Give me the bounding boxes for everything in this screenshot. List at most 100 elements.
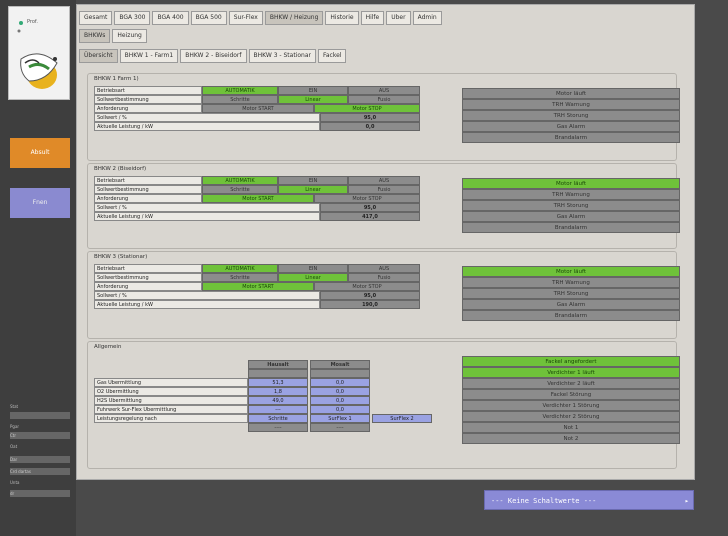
sollwert-value: 95,0 — [320, 291, 420, 300]
sidebar-field-label: Oat — [10, 444, 18, 449]
sidebar-field — [10, 412, 70, 419]
sollwert-linear-button[interactable]: Linear — [278, 185, 348, 194]
sidebar-field: Crd dartas — [10, 468, 70, 475]
mode-aus-button[interactable]: AUS — [348, 176, 420, 185]
status-trh-warnung: TRH Warnung — [462, 189, 680, 200]
top-tab-bar: Gesamt BGA 300 BGA 400 BGA 500 Sur-Flex … — [79, 11, 442, 25]
status-trh-storung: TRH Storung — [462, 110, 680, 121]
empty-cell — [248, 369, 308, 378]
orange-sidebar-button[interactable]: Absult — [10, 138, 70, 168]
sollwert-fusio-button[interactable]: Fusio — [348, 273, 420, 282]
row-label: O2 Ubermittlung — [94, 387, 248, 396]
col-header-hausalt: Hausalt — [248, 360, 308, 369]
row-label: Sollwert / % — [94, 291, 320, 300]
sidebar-field-label: Stat — [10, 404, 19, 409]
sollwert-schritte-button[interactable]: Schritte — [202, 95, 278, 104]
row-label: Aktuelle Leistung / kW — [94, 122, 320, 131]
status-message-bar[interactable]: --- Keine Schaltwerte --- ▸ — [484, 490, 694, 510]
mosalt-value: 0,0 — [310, 387, 370, 396]
mosalt-value: 0,0 — [310, 405, 370, 414]
row-label: Aktuelle Leistung / kW — [94, 300, 320, 309]
leistung-surflex1-button[interactable]: SurFlex 1 — [310, 414, 370, 423]
tab-historie[interactable]: Historie — [325, 11, 359, 25]
motor-stop-button[interactable]: Motor STOP — [314, 282, 420, 291]
allgemein-group: Allgemein Hausalt Mosalt Gas Ubermittlun… — [87, 341, 680, 469]
tab-bga500[interactable]: BGA 500 — [190, 11, 227, 25]
sollwert-schritte-button[interactable]: Schritte — [202, 185, 278, 194]
mode-ein-button[interactable]: EIN — [278, 86, 348, 95]
tab-uber[interactable]: Uber — [386, 11, 411, 25]
row-label: Sollwert / % — [94, 113, 320, 122]
row-label: Sollwert / % — [94, 203, 320, 212]
status-brandalarm: Brandalarm — [462, 132, 680, 143]
sollwert-linear-button[interactable]: Linear — [278, 273, 348, 282]
status-brandalarm: Brandalarm — [462, 222, 680, 233]
sollwert-fusio-button[interactable]: Fusio — [348, 185, 420, 194]
mode-ein-button[interactable]: EIN — [278, 264, 348, 273]
leistung-schritte-button[interactable]: Schritte — [248, 414, 308, 423]
tab-ubersicht[interactable]: Übersicht — [79, 49, 118, 63]
tab-bhkw1[interactable]: BHKW 1 - Farm1 — [119, 49, 179, 63]
motor-start-button[interactable]: Motor START — [202, 104, 314, 113]
row-label: Anforderung — [94, 104, 202, 113]
group-title: BHKW 2 (Biseidorf) — [94, 166, 147, 172]
status-gas-alarm: Gas Alarm — [462, 211, 680, 222]
status-verdichter1-storung: Verdichter 1 Störung — [462, 400, 680, 411]
tab-admin[interactable]: Admin — [412, 11, 442, 25]
row-label: Gas Ubermittlung — [94, 378, 248, 387]
group-title: BHKW 3 (Stationar) — [94, 254, 148, 260]
status-not2: Not 2 — [462, 433, 680, 444]
main-panel: Gesamt BGA 300 BGA 400 BGA 500 Sur-Flex … — [76, 4, 695, 480]
row-label: H2S Ubermittlung — [94, 396, 248, 405]
bhkw1-group: BHKW 1 Farm 1) Betriebsart Sollwertbesti… — [87, 73, 680, 161]
sollwert-linear-button[interactable]: Linear — [278, 95, 348, 104]
status-trh-warnung: TRH Warnung — [462, 277, 680, 288]
mode-aus-button[interactable]: AUS — [348, 86, 420, 95]
tab-bhkw2[interactable]: BHKW 2 - Biseidorf — [180, 49, 247, 63]
tab-surflex[interactable]: Sur-Flex — [228, 11, 263, 25]
arrow-right-icon[interactable]: ▸ — [685, 491, 689, 511]
sollwert-schritte-button[interactable]: Schritte — [202, 273, 278, 282]
motor-start-button[interactable]: Motor START — [202, 282, 314, 291]
blue-sidebar-button[interactable]: Fnen — [10, 188, 70, 218]
tab-bhkw3[interactable]: BHKW 3 - Stationar — [248, 49, 316, 63]
group-title: Allgemein — [94, 344, 122, 350]
tab-hilfe[interactable]: Hilfe — [360, 11, 385, 25]
status-gas-alarm: Gas Alarm — [462, 299, 680, 310]
status-verdichter1-laeuft: Verdichter 1 läuft — [462, 367, 680, 378]
row-label: Leistungsregelung nach — [94, 414, 248, 423]
status-motor-laeuft: Motor läuft — [462, 266, 680, 277]
row-label: Aktuelle Leistung / kW — [94, 212, 320, 221]
tab-heizung[interactable]: Heizung — [112, 29, 147, 43]
mode-automatik-button[interactable]: AUTOMATIK — [202, 86, 278, 95]
tab-fackel[interactable]: Fackel — [317, 49, 347, 63]
leistung-value: 190,0 — [320, 300, 420, 309]
mode-aus-button[interactable]: AUS — [348, 264, 420, 273]
tab-gesamt[interactable]: Gesamt — [79, 11, 113, 25]
tab-bga300[interactable]: BGA 300 — [114, 11, 151, 25]
tab-bhkws[interactable]: BHKWs — [79, 29, 111, 43]
sidebar-field-label: Unta — [10, 480, 20, 485]
svg-text:Prof.: Prof. — [27, 19, 38, 25]
extra-value: ---- — [310, 423, 370, 432]
motor-stop-button[interactable]: Motor STOP — [314, 104, 420, 113]
leistung-value: 417,0 — [320, 212, 420, 221]
mode-ein-button[interactable]: EIN — [278, 176, 348, 185]
mosalt-value: 0,0 — [310, 378, 370, 387]
tab-bhkw-heizung[interactable]: BHKW / Heizung — [264, 11, 324, 25]
hausalt-value: 49,0 — [248, 396, 308, 405]
mode-automatik-button[interactable]: AUTOMATIK — [202, 176, 278, 185]
status-verdichter2-laeuft: Verdichter 2 läuft — [462, 378, 680, 389]
leistung-surflex2-button[interactable]: SurFlex 2 — [372, 414, 432, 423]
status-trh-warnung: TRH Warnung — [462, 99, 680, 110]
row-label: Sollwertbestimmung — [94, 95, 202, 104]
motor-start-button[interactable]: Motor START — [202, 194, 314, 203]
mode-automatik-button[interactable]: AUTOMATIK — [202, 264, 278, 273]
row-label: Sollwertbestimmung — [94, 185, 202, 194]
motor-stop-button[interactable]: Motor STOP — [314, 194, 420, 203]
bhkw2-group: BHKW 2 (Biseidorf) Betriebsart Sollwertb… — [87, 163, 680, 249]
tab-bga400[interactable]: BGA 400 — [152, 11, 189, 25]
status-motor-laeuft: Motor läuft — [462, 88, 680, 99]
sollwert-fusio-button[interactable]: Fusio — [348, 95, 420, 104]
status-trh-storung: TRH Storung — [462, 200, 680, 211]
